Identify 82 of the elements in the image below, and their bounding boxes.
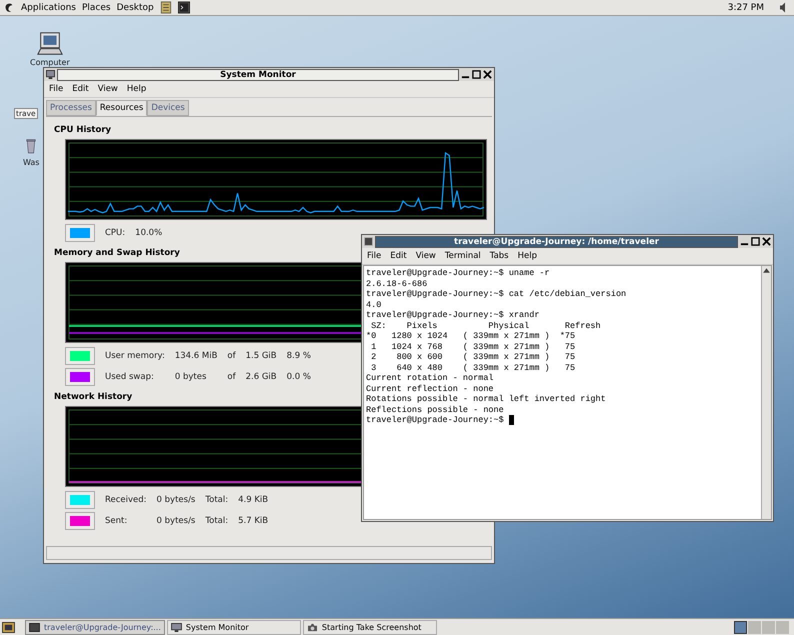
terminal-line: *0 1280 x 1024 ( 339mm x 271mm ) *75 (366, 331, 576, 342)
menu-item[interactable]: Help (126, 84, 146, 94)
foot-icon[interactable] (4, 2, 15, 14)
legend-text: 1.5 GiB (246, 351, 277, 361)
terminal-icon (364, 237, 373, 246)
terminal-line: 1 1024 x 768 ( 339mm x 271mm ) 75 (370, 342, 576, 352)
show-desktop-icon[interactable] (2, 622, 15, 632)
color-swatch-button[interactable] (65, 224, 95, 242)
panel-menu[interactable]: Desktop (116, 2, 154, 12)
legend-text: Sent: (105, 516, 128, 526)
terminal-line: traveler@Upgrade-Journey:~$ uname -r (366, 268, 551, 278)
menu-item[interactable]: Help (518, 251, 538, 261)
terminal-line: SZ: Pixels Physical Refresh (370, 320, 602, 331)
desktop-icon-label[interactable]: Was (23, 158, 40, 167)
tab[interactable]: Resources (96, 100, 148, 116)
legend-text: 8.9 % (286, 351, 311, 361)
terminal-line: 4.0 (366, 300, 382, 310)
terminal-line: 2.6.18-6-686 (366, 278, 428, 289)
terminal-icon[interactable] (178, 1, 190, 14)
scrollbar[interactable] (761, 266, 771, 519)
legend-text: 0 bytes/s (156, 516, 196, 526)
terminal-line: traveler@Upgrade-Journey:~$ cat /etc/debian_version (366, 289, 628, 300)
color-swatch-button[interactable] (65, 491, 95, 509)
taskbar-button[interactable]: System Monitor (166, 620, 301, 634)
workspace-button[interactable] (734, 620, 747, 634)
scroll-up-icon[interactable] (762, 266, 771, 275)
legend-text: 10.0% (135, 228, 162, 238)
tab[interactable]: Processes (46, 100, 96, 116)
camera-icon (306, 622, 318, 632)
legend-text: 4.9 KiB (238, 495, 268, 505)
menu-item[interactable]: Edit (72, 84, 89, 94)
terminal-line: Current rotation - normal (366, 373, 495, 384)
monitor-icon (170, 622, 182, 632)
color-swatch-button[interactable] (65, 368, 95, 386)
terminal-icon (29, 622, 40, 632)
menu-item[interactable]: Tabs (490, 251, 509, 261)
legend-text: 0 bytes (174, 372, 208, 382)
terminal-line: 2 800 x 600 ( 339mm x 271mm ) 75 (370, 352, 576, 362)
maximize-icon[interactable] (751, 237, 760, 246)
window-title: traveler@Upgrade-Journey: /home/traveler (375, 236, 738, 248)
menu-item[interactable]: Terminal (444, 251, 481, 261)
terminal-line: traveler@Upgrade-Journey:~$ xrandr (366, 310, 540, 320)
text-cursor (508, 415, 514, 426)
panel-menu[interactable]: Applications (21, 2, 76, 12)
color-swatch-button[interactable] (65, 512, 95, 530)
panel-menu[interactable]: Places (82, 2, 111, 12)
legend-text: Total: (205, 495, 228, 505)
window-title: System Monitor (57, 68, 459, 80)
clock: 3:27 PM (728, 2, 764, 12)
section-title: CPU History (54, 125, 112, 135)
menu-item[interactable]: File (49, 84, 64, 94)
legend-text: User memory: (105, 351, 165, 361)
menu-item[interactable]: File (367, 251, 382, 261)
legend-text: Total: (205, 516, 228, 526)
legend-text: 0.0 % (286, 372, 311, 382)
legend-text: 134.6 MiB (174, 351, 218, 361)
desktop-icon-label[interactable]: Computer (30, 58, 70, 67)
tab[interactable]: Devices (147, 100, 189, 116)
legend-text: CPU: (105, 228, 126, 238)
section-title: Memory and Swap History (54, 248, 180, 258)
legend-text: 2.6 GiB (246, 372, 277, 382)
terminal-line: Rotations possible - normal left inverted right (366, 394, 607, 404)
menu-item[interactable]: View (98, 84, 118, 94)
menu-item[interactable]: View (416, 251, 436, 261)
terminal-line: Current reflection - none (366, 384, 495, 394)
legend-text: Received: (105, 495, 147, 505)
legend-text: Used swap: (105, 372, 155, 382)
legend-text: 5.7 KiB (238, 516, 268, 526)
legend-text: 0 bytes/s (156, 495, 196, 505)
taskbar-button[interactable]: traveler@Upgrade-Journey:... (25, 620, 165, 634)
taskbar-button[interactable]: Starting Take Screenshot (302, 620, 437, 634)
legend-text: of (227, 351, 236, 361)
color-swatch-button[interactable] (65, 347, 95, 365)
close-icon[interactable] (762, 237, 771, 246)
menu-item[interactable]: Edit (390, 251, 407, 261)
terminal-line: Reflections possible - none (366, 404, 505, 415)
section-title: Network History (54, 392, 132, 402)
terminal-prompt: traveler@Upgrade-Journey:~$ (366, 415, 505, 426)
monitor-icon (46, 70, 55, 79)
terminal-line: 3 640 x 480 ( 339mm x 271mm ) 75 (370, 362, 576, 373)
notepad-icon[interactable] (160, 1, 172, 14)
legend-text: of (227, 372, 236, 382)
